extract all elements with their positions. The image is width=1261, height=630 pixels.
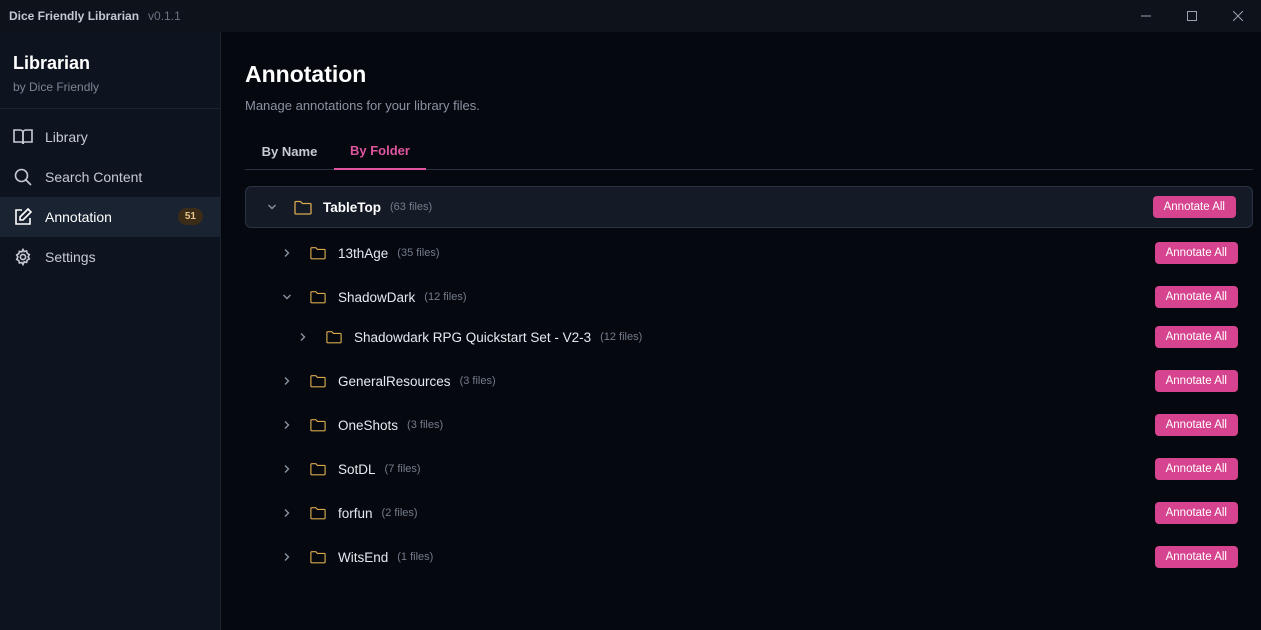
- folder-name: TableTop: [323, 199, 381, 215]
- folder-row-nested[interactable]: Shadowdark RPG Quickstart Set - V2-3 (12…: [245, 319, 1253, 355]
- page-subtitle: Manage annotations for your library file…: [245, 98, 480, 113]
- folder-name: 13thAge: [338, 245, 389, 261]
- search-icon: [13, 167, 33, 187]
- folder-row-root[interactable]: TableTop (63 files) Annotate All: [245, 186, 1253, 228]
- folder-icon: [309, 417, 327, 433]
- chevron-down-icon[interactable]: [264, 199, 280, 215]
- sidebar-item-label: Annotation: [45, 209, 112, 225]
- folder-file-count: (12 files): [424, 291, 467, 303]
- annotate-all-button[interactable]: Annotate All: [1154, 242, 1238, 264]
- folder-file-count: (63 files): [390, 201, 433, 213]
- folder-icon: [325, 329, 343, 345]
- sidebar-nav: Library Search Content Annotation 51 Set…: [0, 109, 220, 277]
- chevron-right-icon[interactable]: [279, 373, 295, 389]
- folder-file-count: (7 files): [384, 463, 421, 475]
- minimize-icon: [1141, 15, 1151, 17]
- annotate-all-button[interactable]: Annotate All: [1154, 458, 1238, 480]
- chevron-right-icon[interactable]: [295, 329, 311, 345]
- folder-tree: TableTop (63 files) Annotate All 13thAge…: [245, 186, 1253, 579]
- tab-by-folder[interactable]: By Folder: [334, 133, 426, 170]
- window-controls: [1123, 0, 1261, 32]
- chevron-right-icon[interactable]: [279, 245, 295, 261]
- folder-file-count: (3 files): [407, 419, 444, 431]
- folder-name: ShadowDark: [338, 289, 416, 305]
- annotate-all-button[interactable]: Annotate All: [1152, 196, 1236, 218]
- folder-icon: [309, 505, 327, 521]
- folder-name: forfun: [338, 505, 373, 521]
- main-content: Annotation Manage annotations for your l…: [221, 32, 1261, 630]
- folder-row[interactable]: SotDL (7 files) Annotate All: [245, 447, 1253, 491]
- annotate-all-button[interactable]: Annotate All: [1154, 326, 1238, 348]
- window-title: Dice Friendly Librarian: [9, 9, 140, 23]
- folder-file-count: (2 files): [381, 507, 418, 519]
- folder-icon: [309, 461, 327, 477]
- brand-title: Librarian: [13, 53, 91, 73]
- minimize-button[interactable]: [1123, 0, 1169, 32]
- annotate-all-button[interactable]: Annotate All: [1154, 370, 1238, 392]
- chevron-right-icon[interactable]: [279, 417, 295, 433]
- maximize-icon: [1187, 11, 1197, 21]
- folder-icon: [294, 199, 312, 215]
- annotate-all-button[interactable]: Annotate All: [1154, 414, 1238, 436]
- maximize-button[interactable]: [1169, 0, 1215, 32]
- brand-subtitle: by Dice Friendly: [13, 80, 100, 94]
- sidebar-item-settings[interactable]: Settings: [0, 237, 220, 277]
- sidebar-item-label: Library: [45, 129, 88, 145]
- folder-icon: [309, 245, 327, 261]
- folder-file-count: (35 files): [397, 247, 440, 259]
- page-title: Annotation: [245, 61, 367, 87]
- tab-by-name[interactable]: By Name: [245, 133, 334, 170]
- folder-file-count: (3 files): [459, 375, 496, 387]
- edit-icon: [13, 207, 33, 227]
- annotate-all-button[interactable]: Annotate All: [1154, 286, 1238, 308]
- title-bar: Dice Friendly Librarian v0.1.1: [0, 0, 1261, 32]
- folder-file-count: (1 files): [397, 551, 434, 563]
- close-icon: [1233, 11, 1243, 21]
- folder-name: Shadowdark RPG Quickstart Set - V2-3: [354, 329, 592, 345]
- sidebar-item-search-content[interactable]: Search Content: [0, 157, 220, 197]
- brand: Librarian by Dice Friendly: [0, 32, 220, 109]
- chevron-down-icon[interactable]: [279, 289, 295, 305]
- folder-name: WitsEnd: [338, 549, 389, 565]
- chevron-right-icon[interactable]: [279, 461, 295, 477]
- folder-row[interactable]: OneShots (3 files) Annotate All: [245, 403, 1253, 447]
- folder-row[interactable]: 13thAge (35 files) Annotate All: [245, 231, 1253, 275]
- annotate-all-button[interactable]: Annotate All: [1154, 546, 1238, 568]
- folder-file-count: (12 files): [600, 331, 643, 343]
- chevron-right-icon[interactable]: [279, 505, 295, 521]
- sidebar-item-label: Search Content: [45, 169, 143, 185]
- sidebar-item-annotation[interactable]: Annotation 51: [0, 197, 220, 237]
- sidebar-item-library[interactable]: Library: [0, 117, 220, 157]
- folder-row[interactable]: WitsEnd (1 files) Annotate All: [245, 535, 1253, 579]
- gear-icon: [13, 247, 33, 267]
- annotation-count-badge: 51: [177, 208, 203, 225]
- app-version: v0.1.1: [148, 9, 181, 23]
- folder-name: GeneralResources: [338, 373, 451, 389]
- annotate-all-button[interactable]: Annotate All: [1154, 502, 1238, 524]
- folder-icon: [309, 373, 327, 389]
- folder-row[interactable]: ShadowDark (12 files) Annotate All: [245, 275, 1253, 319]
- folder-row[interactable]: GeneralResources (3 files) Annotate All: [245, 359, 1253, 403]
- close-button[interactable]: [1215, 0, 1261, 32]
- folder-name: OneShots: [338, 417, 399, 433]
- sidebar-item-label: Settings: [45, 249, 96, 265]
- sidebar: Librarian by Dice Friendly Library Searc…: [0, 32, 221, 630]
- view-tabs: By Name By Folder: [245, 133, 1253, 170]
- folder-icon: [309, 289, 327, 305]
- folder-name: SotDL: [338, 461, 376, 477]
- book-icon: [13, 127, 33, 147]
- chevron-right-icon[interactable]: [279, 549, 295, 565]
- folder-row[interactable]: forfun (2 files) Annotate All: [245, 491, 1253, 535]
- folder-icon: [309, 549, 327, 565]
